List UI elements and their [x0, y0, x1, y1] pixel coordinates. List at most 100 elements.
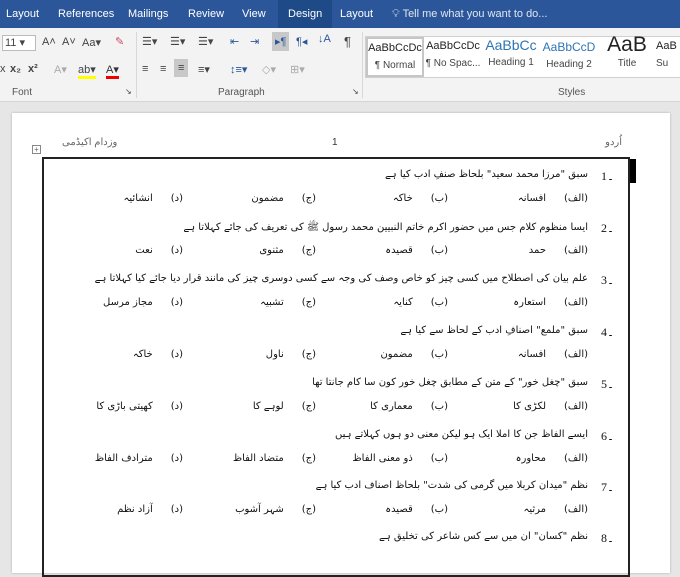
style-subtitle[interactable]: AaB Su — [656, 37, 680, 77]
subscript-icon[interactable]: x₂ — [10, 63, 21, 75]
question-number: 3۔ — [600, 273, 614, 287]
shrink-font-icon[interactable]: A˅ — [62, 36, 76, 48]
paragraph-dialog-launcher-icon[interactable]: ↘ — [352, 87, 359, 96]
tell-me-search[interactable]: 💡︎ Tell me what you want to do... — [392, 8, 547, 21]
option-text: قصیدہ — [385, 245, 413, 256]
justify-icon[interactable]: ≡▾ — [198, 63, 210, 76]
option-text: مثنوی — [259, 245, 284, 256]
option-label: (ج) — [301, 349, 316, 360]
option-text: مضمون — [380, 349, 413, 360]
question-number: 6۔ — [600, 429, 614, 443]
superscript-icon[interactable]: x² — [28, 63, 38, 75]
tab-references[interactable]: References — [58, 8, 114, 20]
align-center-icon[interactable]: ≡ — [160, 63, 166, 75]
bullets-icon[interactable]: ☰▾ — [142, 35, 157, 48]
tab-layout[interactable]: Layout — [6, 8, 39, 20]
font-dialog-launcher-icon[interactable]: ↘ — [125, 87, 132, 96]
questions-table: 1۔ سبق "مرزا محمد سعید" بلحاظ صنفِ ادب کی… — [42, 157, 630, 577]
option: (الف) حمد — [529, 245, 588, 256]
option: (ج) متضاد الفاظ — [233, 453, 316, 464]
question-2: 2۔ ایسا منظوم کلام جس میں حضور اکرم خاتم … — [48, 221, 628, 267]
tab-table-layout[interactable]: Layout — [340, 8, 373, 20]
multilevel-list-icon[interactable]: ☰▾ — [198, 35, 213, 48]
font-group-label: Font — [12, 87, 33, 98]
option: (ج) مضمون — [251, 193, 316, 204]
ltr-icon[interactable]: ▸¶ — [272, 32, 290, 51]
option: (د) خاکہ — [133, 349, 183, 360]
borders-icon[interactable]: ⊞▾ — [290, 63, 305, 76]
table-move-handle-icon[interactable]: + — [32, 145, 41, 154]
question-text: ایسے الفاظ جن کا املا ایک ہو لیکن معنی د… — [334, 429, 588, 440]
option-text: معماری کا — [370, 401, 413, 412]
style-name: ¶ No Spac... — [425, 58, 481, 69]
option-text: مضمون — [251, 193, 284, 204]
numbering-icon[interactable]: ☰▾ — [170, 35, 185, 48]
font-size-select[interactable]: 11 ▾ — [2, 35, 36, 51]
question-text: ایسا منظوم کلام جس میں حضور اکرم خاتم ال… — [183, 222, 588, 233]
option-text: خاکہ — [132, 349, 153, 360]
font-color-icon[interactable]: A▾ — [106, 63, 119, 79]
style-sample: AaB — [656, 40, 677, 52]
style-name: Heading 1 — [488, 57, 534, 68]
option: (ج) مثنوی — [259, 245, 316, 256]
question-number: 8۔ — [600, 531, 614, 545]
shading-icon[interactable]: ◇▾ — [262, 63, 276, 76]
font-size-value: 11 — [5, 37, 17, 49]
option: (ب) مضمون — [380, 349, 448, 360]
style-name: Title — [617, 58, 637, 69]
option-label: (ب) — [430, 349, 448, 360]
show-marks-icon[interactable]: ¶ — [344, 34, 351, 49]
style-no-spacing[interactable]: AaBbCcDc ¶ No Spac... — [424, 37, 482, 77]
option-label: (د) — [170, 453, 183, 464]
sort-icon[interactable]: ↓A — [318, 33, 331, 45]
header-left: وزدام اکیڈمی — [62, 137, 118, 148]
align-right-icon[interactable]: ≡ — [174, 59, 189, 77]
style-heading-1[interactable]: AaBbCc Heading 1 — [482, 37, 540, 77]
option-label: (الف) — [564, 453, 588, 464]
align-left-icon[interactable]: ≡ — [142, 63, 148, 75]
styles-gallery: AaBbCcDc ¶ Normal AaBbCcDc ¶ No Spac... Aa… — [365, 33, 680, 78]
text-effects-icon[interactable]: A▾ — [54, 63, 67, 76]
change-case-icon[interactable]: Aa▾ — [82, 36, 101, 49]
option-text: خاکہ — [392, 193, 413, 204]
option-label: (د) — [170, 349, 183, 360]
tab-view[interactable]: View — [242, 8, 266, 20]
style-heading-2[interactable]: AaBbCcD Heading 2 — [540, 37, 598, 77]
style-name: Heading 2 — [546, 59, 592, 70]
clear-format-icon[interactable]: ✎ — [115, 35, 124, 48]
option-label: (ج) — [301, 245, 316, 256]
highlight-icon[interactable]: ab▾ — [78, 63, 96, 79]
increase-indent-icon[interactable]: ⇥ — [250, 35, 259, 48]
question-number: 1۔ — [600, 169, 614, 183]
question-6: 6۔ ایسے الفاظ جن کا املا ایک ہو لیکن معنی… — [48, 429, 628, 475]
option: (ب) خاکہ — [393, 193, 448, 204]
style-normal[interactable]: AaBbCcDc ¶ Normal — [366, 37, 424, 77]
question-8: 8۔ نظم "کسان" ان میں سے کس شاعر کی تخلیق … — [48, 531, 628, 577]
document-page[interactable]: وزدام اکیڈمی 1 اُردو + 1۔ سبق "مرزا محمد … — [12, 113, 670, 577]
option: (ب) قصیدہ — [385, 245, 448, 256]
strikethrough-icon[interactable]: x — [0, 63, 6, 75]
question-7: 7۔ نظم "میدان کربلا میں گرمی کی شدت" بلحا… — [48, 480, 628, 526]
tab-mailings[interactable]: Mailings — [128, 8, 168, 20]
option-label: (ج) — [301, 193, 316, 204]
option-label: (الف) — [564, 193, 588, 204]
option: (الف) لکڑی کا — [513, 401, 588, 412]
option-text: افسانہ — [517, 193, 547, 204]
decrease-indent-icon[interactable]: ⇤ — [230, 35, 239, 48]
option: (ب) ذو معنی الفاظ — [352, 453, 448, 464]
tell-me-text: Tell me what you want to do... — [402, 8, 548, 20]
option: (ج) ناول — [266, 349, 316, 360]
tab-design[interactable]: Design — [278, 0, 333, 28]
option-label: (ب) — [430, 245, 448, 256]
question-4: 4۔ سبق "ملمع" اصنافِ ادب کے لحاظ سے کیا ہ… — [48, 325, 628, 371]
grow-font-icon[interactable]: A˄ — [42, 36, 56, 48]
option: (د) انشائیہ — [124, 193, 183, 204]
option-label: (د) — [170, 401, 183, 412]
option-label: (ج) — [301, 453, 316, 464]
line-spacing-icon[interactable]: ↕≡▾ — [230, 63, 247, 76]
option-label: (ب) — [430, 297, 448, 308]
style-title[interactable]: AaB Title — [598, 33, 656, 77]
rtl-icon[interactable]: ¶◂ — [296, 35, 307, 48]
tab-review[interactable]: Review — [188, 8, 224, 20]
style-name: ¶ Normal — [374, 60, 416, 71]
